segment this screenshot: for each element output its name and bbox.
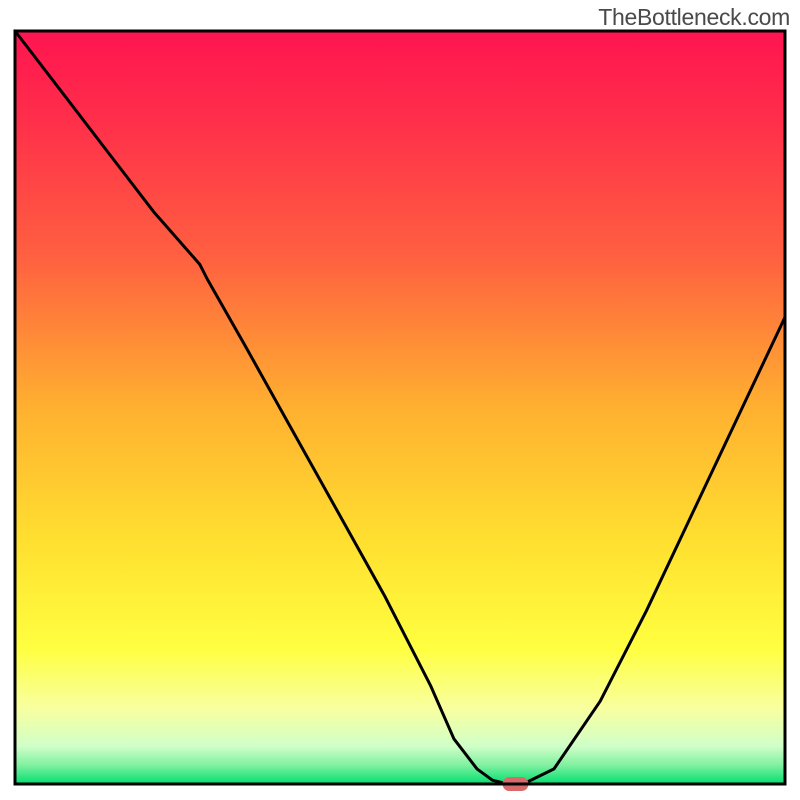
bottleneck-chart: TheBottleneck.com xyxy=(0,0,800,800)
chart-svg xyxy=(0,0,800,800)
gradient-background xyxy=(15,31,785,784)
attribution-label: TheBottleneck.com xyxy=(598,4,790,31)
